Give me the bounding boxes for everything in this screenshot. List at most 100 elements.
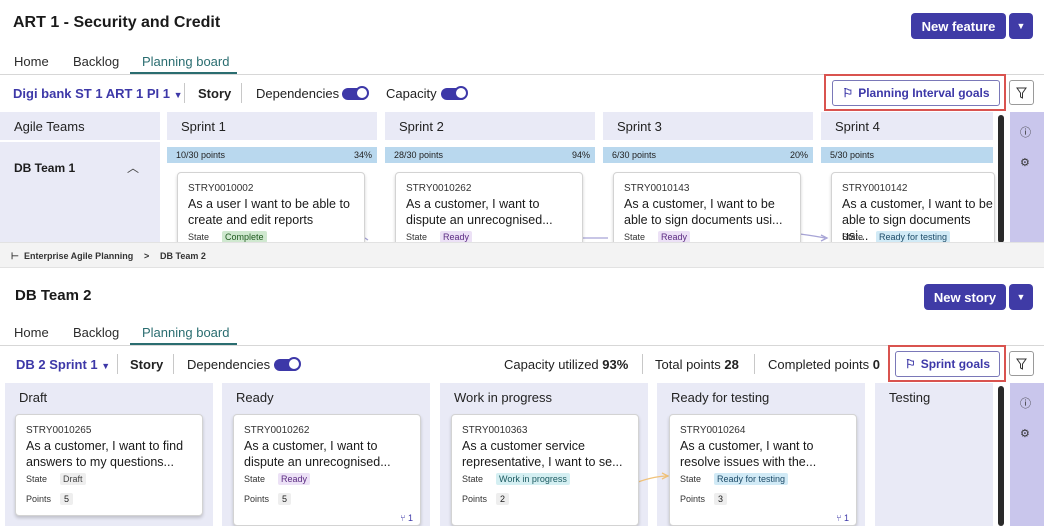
- state-badge: Ready: [278, 473, 311, 485]
- state-label: State: [406, 232, 428, 242]
- total-points: Total points 28: [655, 357, 739, 372]
- column-ready: Ready: [222, 383, 430, 411]
- breadcrumb: ⊢ Enterprise Agile Planning > DB Team 2: [0, 242, 1044, 268]
- new-feature-button[interactable]: New feature: [911, 13, 1006, 39]
- new-story-menu-button[interactable]: ▼: [1009, 284, 1033, 310]
- story-id: STRY0010142: [842, 183, 908, 194]
- tab-home[interactable]: Home: [14, 325, 49, 340]
- tab-backlog[interactable]: Backlog: [73, 325, 119, 340]
- sprint-4-header: Sprint 4: [821, 112, 993, 140]
- state-label: State: [624, 232, 646, 242]
- dependency-icon: ⑂: [400, 513, 406, 523]
- team-title: DB Team 2: [15, 287, 92, 304]
- dependency-count[interactable]: ⑂ 1: [836, 513, 849, 523]
- sprint-3-capacity: 6/30 points 20%: [603, 147, 813, 163]
- sprint-1-capacity: 10/30 points 34%: [167, 147, 377, 163]
- filter-button[interactable]: [1009, 80, 1034, 105]
- tab-planning-board[interactable]: Planning board: [142, 325, 229, 340]
- points-label: Points: [244, 494, 270, 504]
- capacity-label: Capacity: [386, 86, 437, 101]
- divider: [241, 83, 242, 103]
- column-work-in-progress: Work in progress: [440, 383, 648, 411]
- points-badge: 5: [278, 493, 292, 505]
- points-label: Points: [26, 494, 52, 504]
- flag-icon: ⚐: [842, 86, 854, 100]
- story-card[interactable]: STRY0010265 As a customer, I want to fin…: [15, 414, 203, 516]
- state-badge: Work in progress: [496, 473, 570, 485]
- chevron-down-icon: ▼: [173, 90, 183, 100]
- divider: [754, 354, 755, 374]
- story-id: STRY0010363: [462, 425, 528, 436]
- collapse-icon[interactable]: ︿: [127, 159, 139, 176]
- sprint-2-capacity: 28/30 points 94%: [385, 147, 595, 163]
- hierarchy-icon: ⊢: [11, 251, 19, 261]
- chevron-down-icon: ▼: [101, 361, 111, 371]
- tab-backlog[interactable]: Backlog: [73, 54, 119, 69]
- points-badge: 3: [714, 493, 728, 505]
- dependency-icon: ⑂: [836, 513, 842, 523]
- new-feature-menu-button[interactable]: ▼: [1009, 13, 1033, 39]
- state-label: State: [26, 474, 48, 484]
- planning-interval-goals-button[interactable]: ⚐ Planning Interval goals: [832, 80, 1000, 106]
- tab-home[interactable]: Home: [14, 54, 49, 69]
- breadcrumb-root[interactable]: Enterprise Agile Planning: [24, 251, 133, 261]
- story-card[interactable]: STRY0010002 As a user I want to be able …: [177, 172, 365, 247]
- gear-icon[interactable]: ⚙: [1020, 427, 1030, 440]
- agile-teams-header: Agile Teams: [0, 112, 160, 140]
- dependencies-toggle[interactable]: [274, 357, 301, 371]
- story-title: As a customer service representative, I …: [462, 439, 623, 469]
- divider: [117, 354, 118, 374]
- points-label: Points: [462, 494, 488, 504]
- story-card[interactable]: STRY0010262 As a customer, I want to dis…: [395, 172, 583, 247]
- pi-select[interactable]: Digi bank ST 1 ART 1 PI 1 ▼: [13, 86, 183, 101]
- points-badge: 5: [60, 493, 74, 505]
- capacity-toggle[interactable]: [441, 86, 468, 100]
- story-filter[interactable]: Story: [198, 86, 231, 101]
- story-title: As a user I want to be able to create an…: [188, 197, 350, 227]
- story-title: As a customer, I want to dispute an unre…: [406, 197, 553, 227]
- dependencies-label: Dependencies: [187, 357, 271, 372]
- dependencies-toggle[interactable]: [342, 86, 369, 100]
- sprint-3-header: Sprint 3: [603, 112, 813, 140]
- story-card[interactable]: STRY0010143 As a customer, I want to be …: [613, 172, 801, 247]
- column-draft: Draft: [5, 383, 213, 411]
- story-id: STRY0010265: [26, 425, 92, 436]
- story-title: As a customer, I want to resolve issues …: [680, 439, 817, 469]
- story-filter[interactable]: Story: [130, 357, 163, 372]
- new-story-button[interactable]: New story: [924, 284, 1006, 310]
- state-badge: Draft: [60, 473, 86, 485]
- dependency-count[interactable]: ⑂ 1: [400, 513, 413, 523]
- info-icon[interactable]: ⓘ: [1020, 395, 1031, 411]
- sprint-select[interactable]: DB 2 Sprint 1 ▼: [16, 357, 110, 372]
- divider: [173, 354, 174, 374]
- story-card[interactable]: STRY0010264 As a customer, I want to res…: [669, 414, 857, 526]
- vertical-scrollbar[interactable]: [998, 115, 1004, 243]
- info-icon[interactable]: ⓘ: [1020, 124, 1031, 140]
- column-testing: Testing: [875, 383, 993, 411]
- breadcrumb-separator: >: [144, 251, 150, 261]
- story-card[interactable]: STRY0010262 As a customer, I want to dis…: [233, 414, 421, 526]
- vertical-scrollbar[interactable]: [998, 386, 1004, 526]
- story-id: STRY0010002: [188, 183, 254, 194]
- column-testing-body: [875, 411, 993, 526]
- gear-icon[interactable]: ⚙: [1020, 156, 1030, 169]
- story-card[interactable]: STRY0010142 As a customer, I want to be …: [831, 172, 995, 247]
- tab-planning-board[interactable]: Planning board: [142, 54, 229, 69]
- story-id: STRY0010143: [624, 183, 690, 194]
- story-id: STRY0010262: [406, 183, 472, 194]
- story-id: STRY0010262: [244, 425, 310, 436]
- filter-button[interactable]: [1009, 351, 1034, 376]
- completed-points: Completed points 0: [768, 357, 881, 372]
- page-title: ART 1 - Security and Credit: [13, 14, 221, 31]
- sprint-goals-button[interactable]: ⚐ Sprint goals: [895, 351, 1000, 377]
- column-ready-for-testing: Ready for testing: [657, 383, 865, 411]
- story-id: STRY0010264: [680, 425, 746, 436]
- sprint-2-header: Sprint 2: [385, 112, 595, 140]
- story-card[interactable]: STRY0010363 As a customer service repres…: [451, 414, 639, 526]
- flag-icon: ⚐: [904, 357, 916, 371]
- points-label: Points: [680, 494, 706, 504]
- filter-icon: [1016, 87, 1027, 99]
- chevron-down-icon: ▼: [1016, 292, 1026, 302]
- state-label: State: [842, 232, 864, 242]
- breadcrumb-current: DB Team 2: [160, 251, 206, 261]
